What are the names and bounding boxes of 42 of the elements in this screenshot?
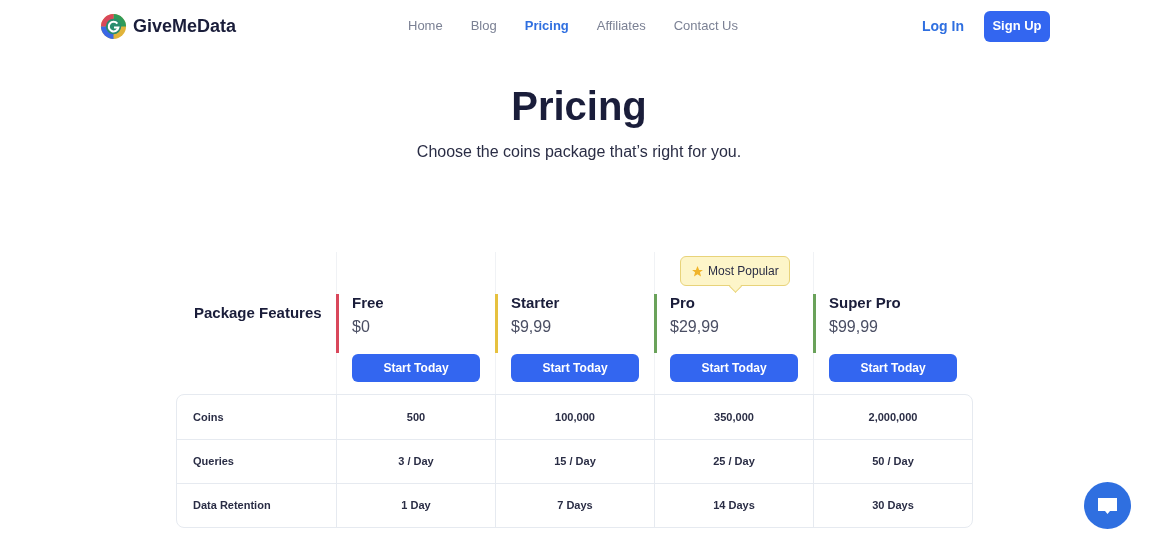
nav-link[interactable]: Affiliates: [596, 16, 646, 36]
table-cell-text: 50 / Day: [872, 454, 914, 470]
table-cell-text: 1 Day: [401, 498, 431, 514]
table-cell-text: 7 Days: [557, 498, 593, 514]
table-cell-text: 30 Days: [872, 498, 914, 514]
feature-label: Data Retention: [193, 498, 271, 514]
chat-button[interactable]: [1084, 482, 1131, 529]
popular-badge: Most Popular: [680, 256, 790, 286]
table-cell-text: 350,000: [714, 409, 754, 425]
plan-name: Pro: [670, 294, 695, 312]
start-button[interactable]: Start Today: [352, 354, 480, 382]
plan-price: $9,99: [511, 317, 552, 337]
nav-link[interactable]: Home: [408, 16, 443, 36]
start-button[interactable]: Start Today: [670, 354, 798, 382]
feature-label: Coins: [193, 409, 224, 425]
page-heading: Pricing: [510, 83, 648, 130]
plan-price: $0: [352, 317, 370, 337]
table-cell-text: 14 Days: [713, 498, 755, 514]
feature-label: Queries: [193, 454, 234, 470]
table-cell-text: 100,000: [555, 409, 595, 425]
table-cell-text: 500: [406, 409, 426, 425]
nav-link[interactable]: Pricing: [524, 16, 569, 36]
nav-link[interactable]: Blog: [470, 16, 497, 36]
plan-name: Super Pro: [829, 294, 901, 312]
start-button[interactable]: Start Today: [511, 354, 639, 382]
signup-button[interactable]: Sign Up: [984, 10, 1050, 42]
table-cell-text: 3 / Day: [398, 454, 434, 470]
table-cell-text: 25 / Day: [713, 454, 755, 470]
table-cell-text: 2,000,000: [868, 409, 918, 425]
features-heading: Package Features: [194, 302, 322, 323]
plan-name: Free: [352, 294, 384, 312]
logo-icon: [100, 12, 127, 40]
brand-name[interactable]: GiveMeData: [133, 12, 237, 40]
plan-price: $29,99: [670, 317, 719, 337]
star-icon: [691, 264, 704, 278]
plan-price: $99,99: [829, 317, 878, 337]
plan-name: Starter: [511, 294, 560, 312]
table-cell-text: 15 / Day: [554, 454, 596, 470]
nav-link[interactable]: Contact Us: [673, 16, 738, 36]
login-link[interactable]: Log In: [922, 15, 964, 37]
start-button[interactable]: Start Today: [829, 354, 957, 382]
page-subtitle: Choose the coins package that’s right for you.: [415, 142, 743, 162]
